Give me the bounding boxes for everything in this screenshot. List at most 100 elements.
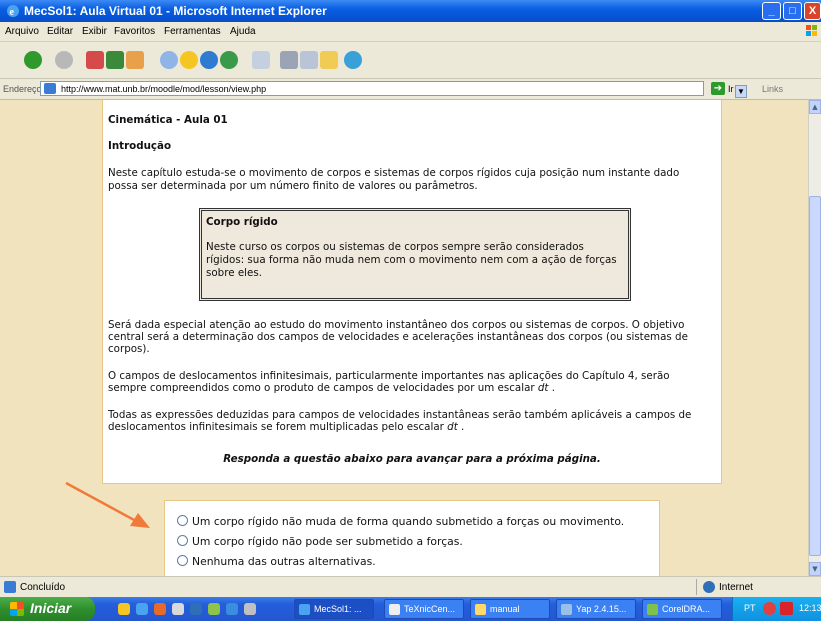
toolbar — [0, 42, 821, 79]
address-label: Endereço — [3, 84, 42, 94]
quicklaunch-icon[interactable] — [244, 603, 256, 615]
para1-line-1: Será dada especial atenção ao estudo do … — [108, 319, 685, 331]
ie-icon — [299, 604, 310, 615]
ie-icon: e — [7, 5, 19, 18]
task-button[interactable]: Yap 2.4.15... — [556, 599, 636, 619]
folder-icon — [475, 604, 486, 615]
intro-line-1: Neste capítulo estuda-se o movimento de … — [108, 167, 680, 179]
quicklaunch-icon[interactable] — [208, 603, 220, 615]
quicklaunch-icon[interactable] — [118, 603, 130, 615]
favorites-icon[interactable] — [180, 51, 198, 69]
radio-button[interactable] — [177, 515, 188, 526]
page-content: Cinemática - Aula 01 Introdução Neste ca… — [0, 100, 808, 576]
back-icon[interactable] — [24, 51, 42, 69]
quicklaunch-icon[interactable] — [154, 603, 166, 615]
home-icon[interactable] — [126, 51, 144, 69]
address-bar: Endereço http://www.mat.unb.br/moodle/mo… — [0, 79, 821, 100]
menu-exibir[interactable]: Exibir — [82, 26, 107, 37]
quicklaunch-icon[interactable] — [172, 603, 184, 615]
go-button[interactable]: Ir — [728, 84, 734, 94]
answer-label[interactable]: Nenhuma das outras alternativas. — [192, 555, 376, 568]
windows-flag-icon — [10, 602, 24, 616]
task-button[interactable]: MecSol1: ... — [294, 599, 374, 619]
para2-text: sempre compreendidos como o produto de c… — [108, 382, 538, 394]
forward-icon[interactable] — [55, 51, 73, 69]
stop-icon[interactable] — [86, 51, 104, 69]
para2-line-2: sempre compreendidos como o produto de c… — [108, 382, 555, 394]
go-arrow-icon[interactable]: ➔ — [711, 82, 725, 95]
language-indicator[interactable]: PT — [744, 603, 756, 613]
scalar-dt: dt — [537, 382, 549, 394]
para1-line-2: central será a determinação dos campos d… — [108, 331, 688, 343]
folder-icon[interactable] — [320, 51, 338, 69]
answer-option[interactable]: Nenhuma das outras alternativas. — [177, 555, 376, 568]
taskbar: Iniciar MecSol1: ... TeXnicCen... manual… — [0, 597, 821, 621]
para3-end: . — [457, 421, 465, 433]
scroll-up-icon[interactable]: ▲ — [809, 100, 821, 114]
definition-line-2: rígidos: sua forma não muda nem com o mo… — [206, 254, 617, 266]
address-input[interactable]: http://www.mat.unb.br/moodle/mod/lesson/… — [40, 81, 747, 98]
close-button[interactable]: X — [804, 2, 821, 20]
chevron-down-icon[interactable]: ▼ — [735, 85, 747, 98]
page-icon — [44, 83, 56, 94]
search-icon[interactable] — [160, 51, 178, 69]
security-zone: Internet — [719, 582, 753, 593]
coreldraw-icon — [647, 604, 658, 615]
question-box: Um corpo rígido não muda de forma quando… — [164, 500, 660, 576]
vertical-scrollbar[interactable]: ▲ ▼ — [808, 100, 821, 576]
edit-icon[interactable] — [300, 51, 318, 69]
menu-favoritos[interactable]: Favoritos — [114, 26, 155, 37]
refresh-icon[interactable] — [106, 51, 124, 69]
menu-editar[interactable]: Editar — [47, 26, 73, 37]
quicklaunch-icon[interactable] — [190, 603, 202, 615]
quicklaunch-icon[interactable] — [226, 603, 238, 615]
mail-icon[interactable] — [252, 51, 270, 69]
menu-ferramentas[interactable]: Ferramentas — [164, 26, 221, 37]
para2-line-1: O campos de deslocamentos infinitesimais… — [108, 370, 670, 382]
address-url: http://www.mat.unb.br/moodle/mod/lesson/… — [61, 84, 267, 94]
tray-icon[interactable] — [780, 602, 793, 615]
status-text: Concluído — [20, 582, 66, 593]
answer-label[interactable]: Um corpo rígido não pode ser submetido a… — [192, 535, 463, 548]
task-button[interactable]: TeXnicCen... — [384, 599, 464, 619]
para3-line-1: Todas as expressões deduzidas para campo… — [108, 409, 692, 421]
task-label: TeXnicCen... — [404, 604, 456, 614]
tray-icon[interactable] — [763, 602, 776, 615]
task-label: Yap 2.4.15... — [576, 604, 627, 614]
messenger-icon[interactable] — [344, 51, 362, 69]
history-icon[interactable] — [220, 51, 238, 69]
task-button[interactable]: manual — [470, 599, 550, 619]
window-title: MecSol1: Aula Virtual 01 - Microsoft Int… — [24, 4, 327, 18]
status-bar: Concluído Internet — [0, 576, 821, 598]
lesson-box: Cinemática - Aula 01 Introdução Neste ca… — [102, 100, 722, 484]
instruction-text: Responda a questão abaixo para avançar p… — [223, 453, 601, 465]
menu-ajuda[interactable]: Ajuda — [230, 26, 256, 37]
minimize-button[interactable]: _ — [762, 2, 781, 20]
radio-button[interactable] — [177, 535, 188, 546]
print-icon[interactable] — [280, 51, 298, 69]
task-button[interactable]: CorelDRA... — [642, 599, 722, 619]
para1-line-3: corpos). — [108, 343, 150, 355]
radio-button[interactable] — [177, 555, 188, 566]
answer-label[interactable]: Um corpo rígido não muda de forma quando… — [192, 515, 624, 528]
scroll-thumb[interactable] — [809, 196, 821, 556]
answer-option[interactable]: Um corpo rígido não pode ser submetido a… — [177, 535, 463, 548]
windows-logo-icon — [806, 25, 817, 36]
maximize-button[interactable]: □ — [783, 2, 802, 20]
media-icon[interactable] — [200, 51, 218, 69]
definition-box: Corpo rígido Neste curso os corpos ou si… — [199, 208, 631, 301]
para2-end: . — [548, 382, 556, 394]
section-title: Introdução — [108, 140, 172, 152]
scroll-down-icon[interactable]: ▼ — [809, 562, 821, 576]
quicklaunch-ie-icon[interactable] — [136, 603, 148, 615]
answer-option[interactable]: Um corpo rígido não muda de forma quando… — [177, 515, 624, 528]
lesson-heading: Cinemática - Aula 01 — [108, 114, 228, 126]
page-done-icon — [4, 581, 16, 593]
links-button[interactable]: Links — [762, 84, 783, 94]
start-label: Iniciar — [30, 600, 72, 616]
task-label: CorelDRA... — [662, 604, 711, 614]
start-button[interactable]: Iniciar — [0, 597, 95, 621]
menu-arquivo[interactable]: Arquivo — [5, 26, 39, 37]
task-label: MecSol1: ... — [314, 604, 362, 614]
status-divider — [696, 579, 697, 595]
